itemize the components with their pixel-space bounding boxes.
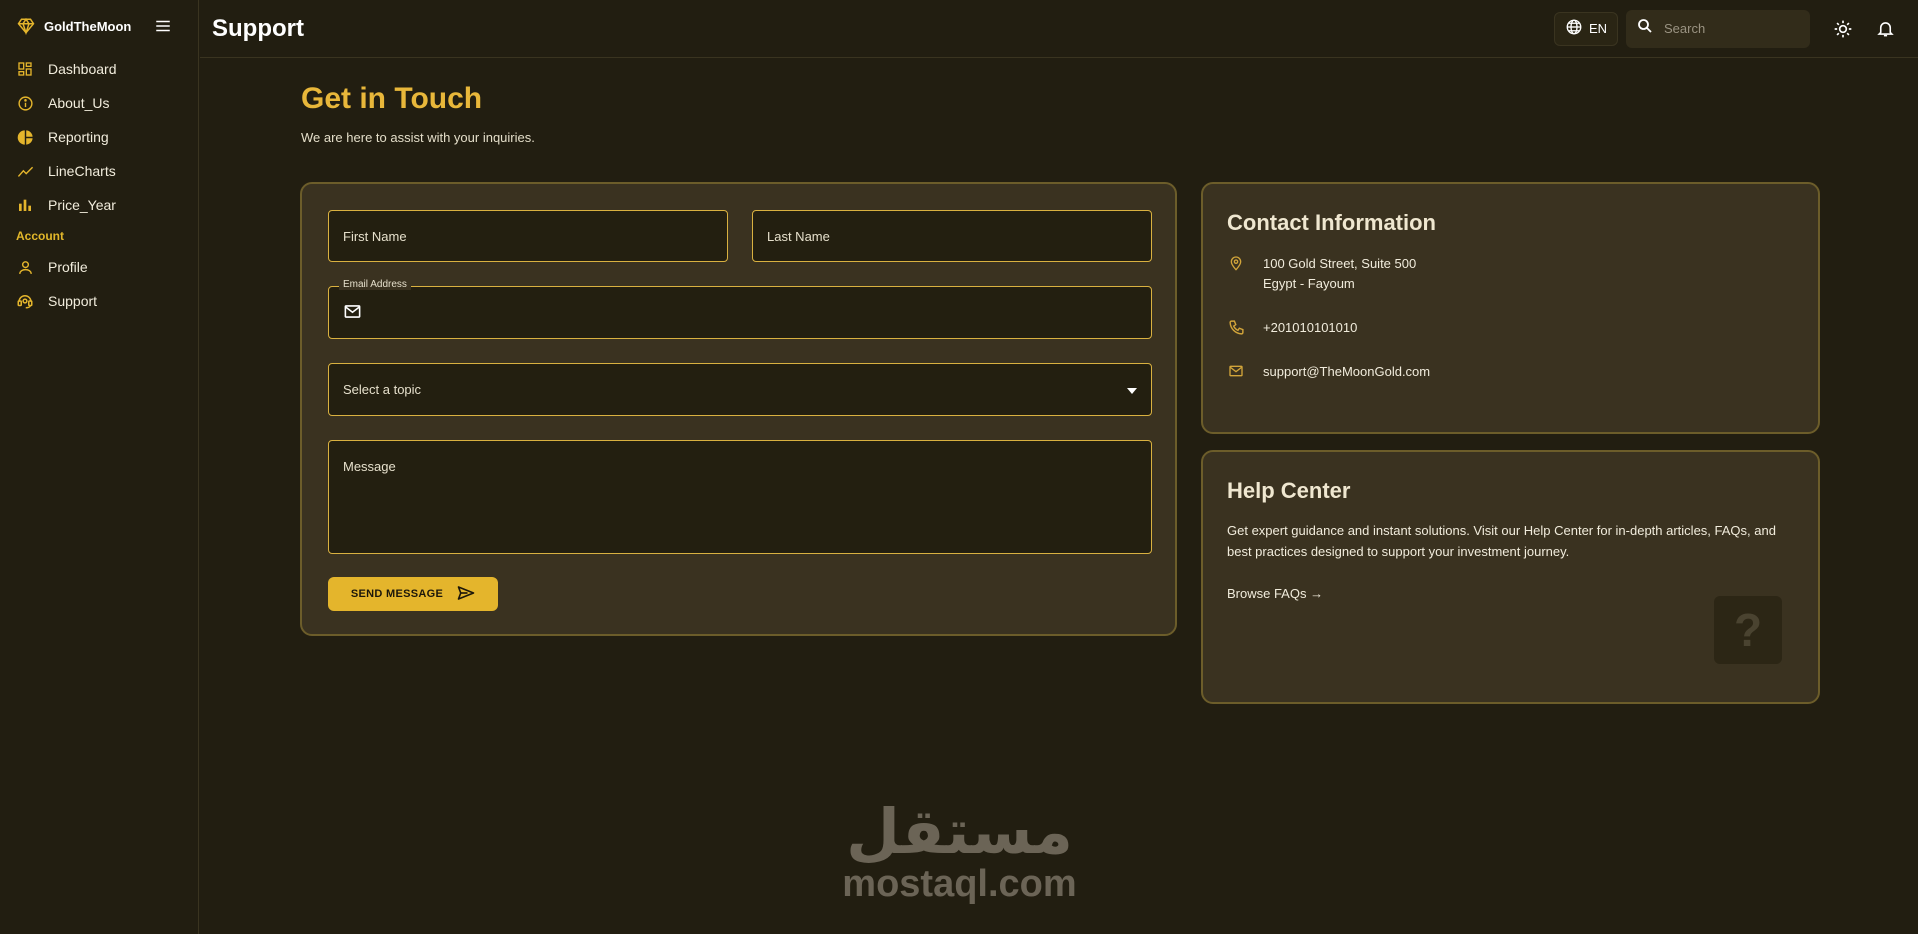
sidebar-item-label: About_Us [48,95,110,111]
bar-chart-icon [16,196,34,214]
main-subheading: We are here to assist with your inquirie… [301,130,535,145]
last-name-field[interactable]: Last Name [752,210,1152,262]
mail-icon [1227,362,1245,380]
contact-form-card: First Name Last Name Email Address Selec… [300,182,1177,636]
sidebar-item-support[interactable]: Support [0,284,198,318]
sidebar: GoldTheMoon Dashboard About_Us Reporting… [0,0,199,934]
dashboard-icon [16,60,34,78]
sidebar-item-label: Dashboard [48,61,117,77]
menu-icon[interactable] [152,15,174,37]
theme-toggle-icon[interactable] [1828,14,1858,44]
message-field[interactable]: Message [328,440,1152,554]
contact-info-title: Contact Information [1227,210,1436,235]
help-center-title: Help Center [1227,478,1351,503]
caret-down-icon [1127,382,1137,397]
phone-row: +201010101010 [1227,318,1357,338]
watermark: مستقل mostaql.com [842,795,1077,905]
email-field[interactable]: Email Address [328,279,1152,339]
sidebar-item-label: Price_Year [48,197,116,213]
support-agent-icon [16,292,34,310]
sidebar-item-profile[interactable]: Profile [0,250,198,284]
sidebar-item-label: LineCharts [48,163,116,179]
address-line-1: 100 Gold Street, Suite 500 [1263,256,1417,271]
pie-chart-icon [16,128,34,146]
sidebar-item-linecharts[interactable]: LineCharts [0,154,198,188]
search-input[interactable] [1664,21,1794,36]
first-name-placeholder: First Name [343,228,407,244]
sidebar-item-dashboard[interactable]: Dashboard [0,52,198,86]
language-button[interactable]: EN [1553,11,1618,46]
info-icon [16,94,34,112]
contact-info-card: Contact Information 100 Gold Street, Sui… [1201,182,1820,434]
line-chart-icon [16,162,34,180]
send-icon [457,585,475,604]
address-row: 100 Gold Street, Suite 500 Egypt - Fayou… [1227,254,1416,294]
search-icon [1636,17,1654,40]
location-pin-icon [1227,254,1245,272]
send-button-label: SEND MESSAGE [350,588,444,600]
mail-icon [343,302,362,324]
topbar: Support EN [200,0,1918,58]
sidebar-section-account: Account [16,229,64,243]
main-heading: Get in Touch [301,82,483,115]
sidebar-item-label: Reporting [48,129,109,145]
sidebar-item-price-year[interactable]: Price_Year [0,188,198,222]
search-box[interactable] [1626,9,1810,48]
topic-select[interactable]: Select a topic [328,363,1152,416]
help-center-card: Help Center Get expert guidance and inst… [1201,450,1820,704]
email-row: support@TheMoonGold.com [1227,362,1430,382]
address-line-2: Egypt - Fayoum [1263,276,1355,291]
help-center-text: Get expert guidance and instant solution… [1227,523,1776,559]
diamond-icon [16,16,36,36]
page-title: Support [212,14,304,42]
watermark-latin: mostaql.com [842,863,1077,905]
language-label: EN [1588,21,1607,36]
first-name-field[interactable]: First Name [328,210,728,262]
message-placeholder: Message [343,459,396,474]
brand: GoldTheMoon [0,0,198,52]
send-message-button[interactable]: SEND MESSAGE [328,577,498,611]
sidebar-item-reporting[interactable]: Reporting [0,120,198,154]
sidebar-item-label: Profile [48,259,88,275]
support-email: support@TheMoonGold.com [1263,364,1431,379]
phone-number: +201010101010 [1263,320,1358,335]
sidebar-item-about-us[interactable]: About_Us [0,86,198,120]
brand-name: GoldTheMoon [44,18,132,34]
phone-icon [1227,318,1245,336]
watermark-arabic: مستقل [846,795,1073,868]
globe-icon [1565,18,1583,39]
email-label: Email Address [339,279,411,290]
last-name-placeholder: Last Name [767,228,830,244]
topic-placeholder: Select a topic [343,382,422,397]
bell-icon[interactable] [1870,14,1900,44]
sidebar-item-label: Support [48,293,98,309]
person-icon [16,258,34,276]
question-mark-icon: ? [1714,596,1782,664]
browse-faqs-link[interactable]: Browse FAQs → [1227,586,1323,601]
